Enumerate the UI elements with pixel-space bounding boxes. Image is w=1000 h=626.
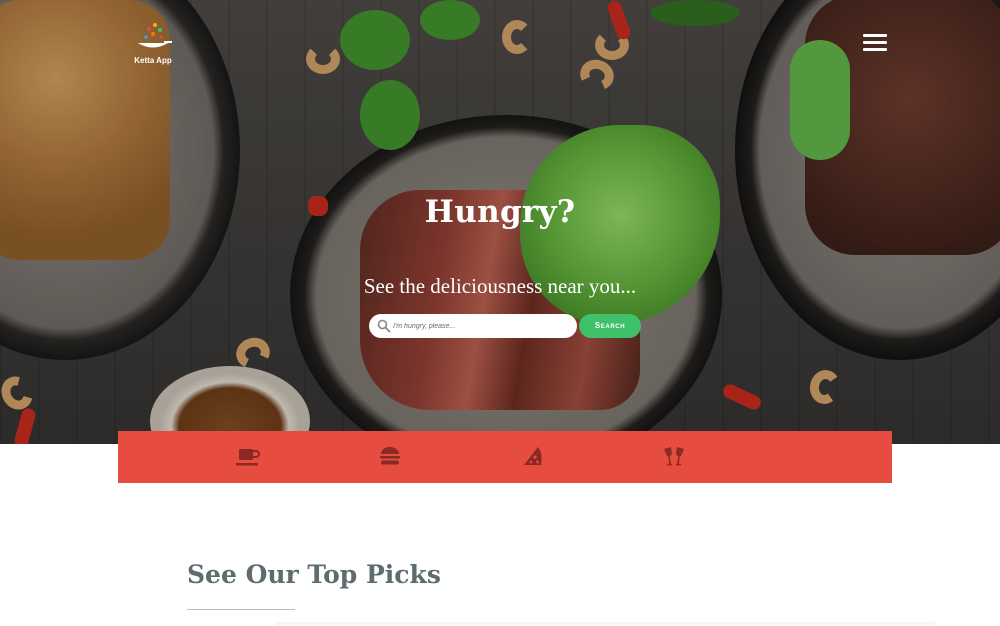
brand-logo[interactable]: Ketta App <box>128 18 178 68</box>
hero-banner: Ketta App Hungry? See the deliciousness … <box>0 0 1000 444</box>
search-box <box>369 314 577 338</box>
section-divider <box>187 609 295 610</box>
hamburger-menu-icon[interactable] <box>863 34 889 54</box>
search-icon <box>377 319 391 333</box>
section-title: See Our Top Picks <box>187 560 441 589</box>
hero-subtitle: See the deliciousness near you... <box>363 274 637 298</box>
card-shadow <box>275 622 935 626</box>
category-bar <box>118 431 892 483</box>
pizza-slice-icon[interactable] <box>518 443 546 469</box>
search-button[interactable]: Search <box>579 314 641 338</box>
toast-glasses-icon[interactable] <box>660 443 688 469</box>
hero-title: Hungry? <box>424 194 576 230</box>
search-input[interactable] <box>393 317 569 335</box>
chef-pan-logo-icon <box>138 23 172 48</box>
burger-icon[interactable] <box>376 443 404 469</box>
brand-name: Ketta App <box>134 56 172 65</box>
coffee-cup-icon[interactable] <box>234 443 262 469</box>
